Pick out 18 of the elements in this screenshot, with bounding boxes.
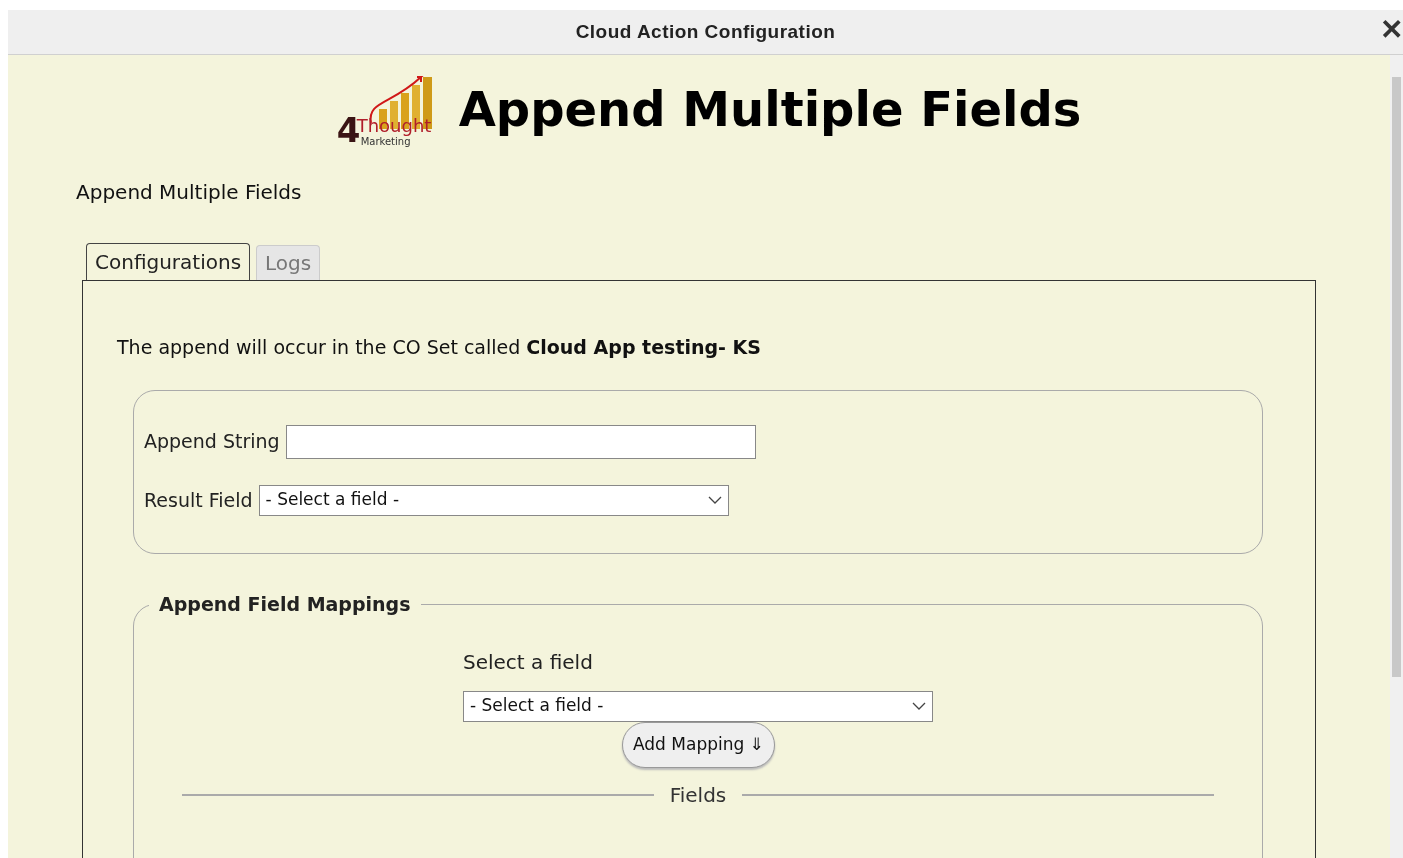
chevron-down-icon <box>707 496 722 504</box>
field-dropdown[interactable]: - Select a field - <box>258 484 729 516</box>
field-label: Append String <box>144 429 280 455</box>
add-mapping-button[interactable]: Add Mapping ⇓ <box>622 721 775 768</box>
page-subtitle: Append Multiple Fields <box>76 179 303 206</box>
intro-text: The append will occur in the CO Set called Cloud App testing- KS <box>117 335 762 360</box>
input-field[interactable] <box>285 424 756 459</box>
field-label: Result Field <box>144 487 253 513</box>
window-title: Cloud Action Configuration <box>575 19 836 44</box>
chevron-down-icon <box>912 702 926 710</box>
field-label: Select a field <box>463 648 594 676</box>
divider-label: Fields <box>669 781 727 809</box>
close-button[interactable]: ✕ <box>1380 16 1403 44</box>
page-heading: Append Multiple Fields <box>458 80 1082 139</box>
tab[interactable]: Configurations <box>86 243 251 280</box>
field-dropdown[interactable]: - Select a field - <box>463 690 933 722</box>
tab[interactable]: Logs <box>256 245 321 280</box>
logo-tagline: Marketing <box>360 137 411 147</box>
